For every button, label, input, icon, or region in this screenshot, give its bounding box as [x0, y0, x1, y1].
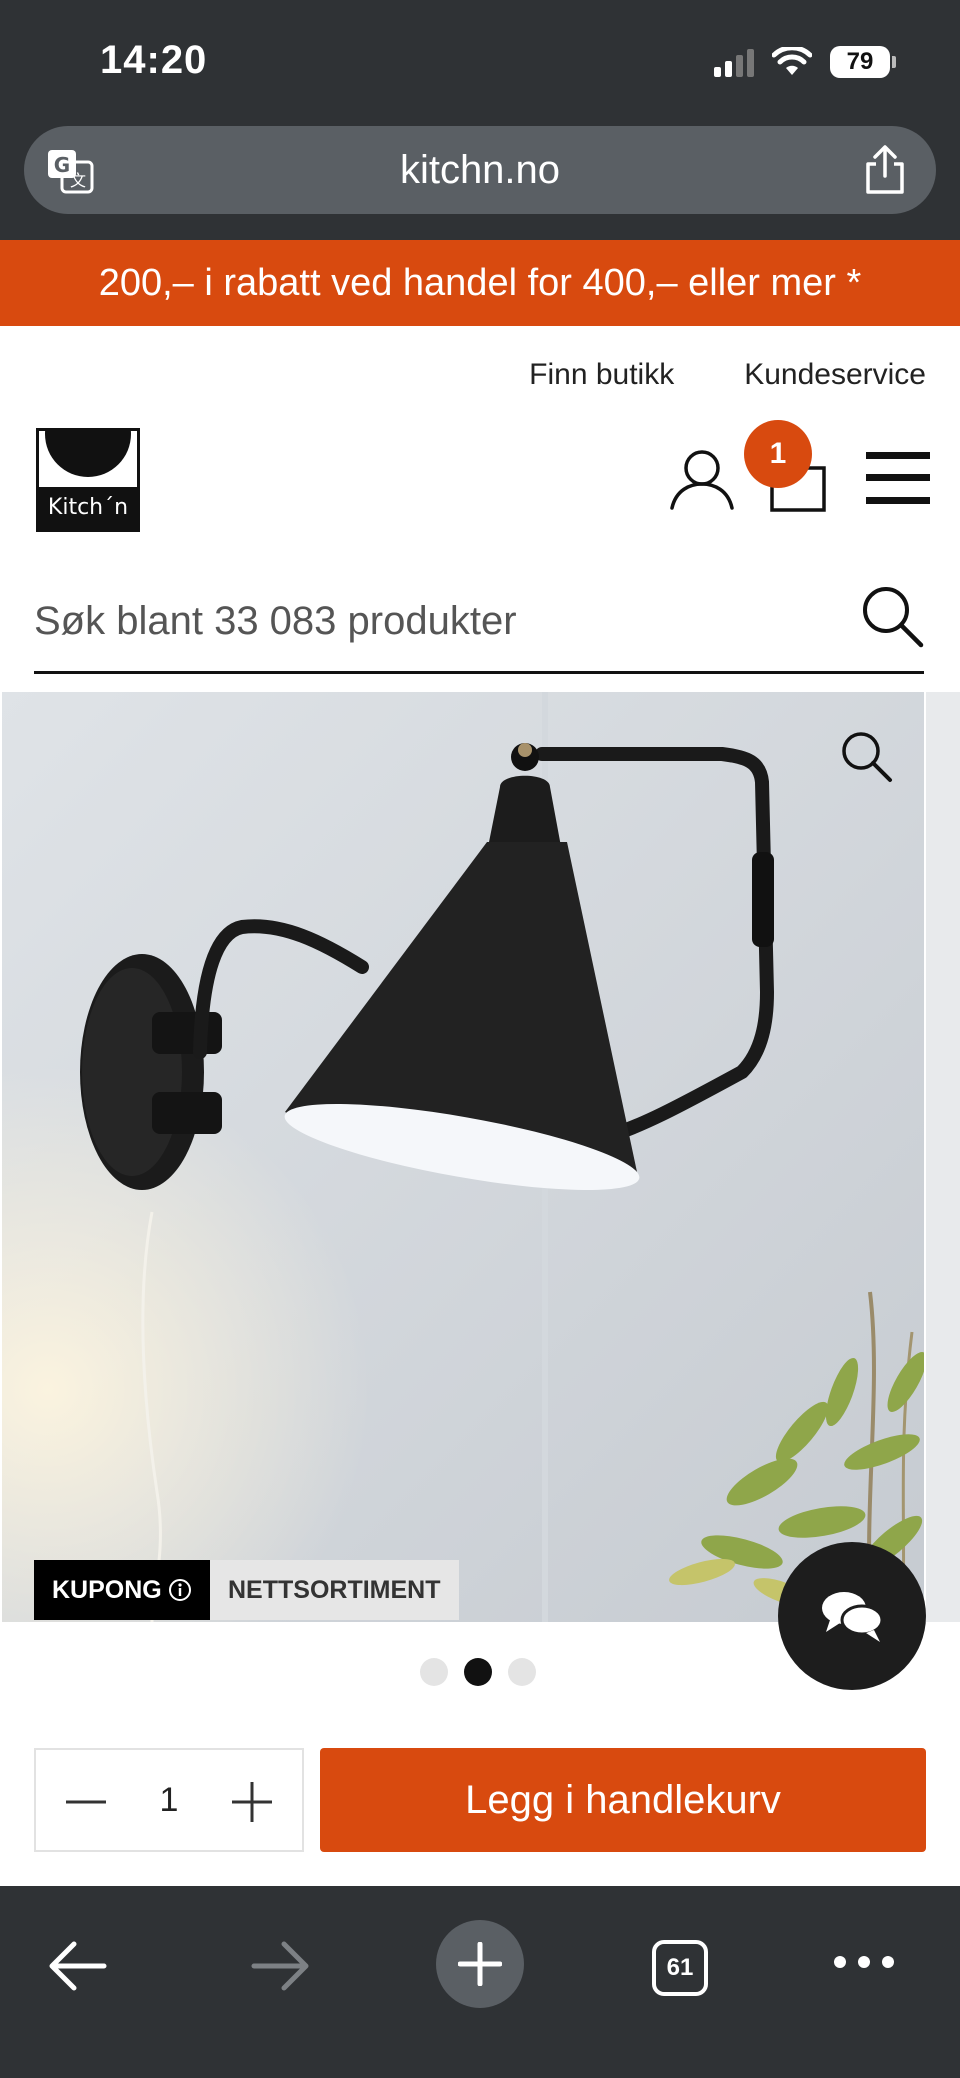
forward-arrow-icon[interactable]	[250, 1940, 310, 1992]
battery-icon: 79	[830, 46, 896, 78]
logo-text: Kitch´n	[39, 487, 137, 529]
status-icons: 79	[714, 44, 896, 80]
quantity-stepper: 1	[34, 1748, 304, 1852]
browser-top-chrome: 14:20 79 G 文 kitchn.no	[0, 0, 960, 240]
account-icon[interactable]	[668, 448, 736, 510]
cellular-signal-icon	[714, 47, 754, 77]
utility-links: Finn butikk Kundeservice	[529, 358, 926, 392]
add-to-cart-button[interactable]: Legg i handlekurv	[320, 1748, 926, 1852]
search-input[interactable]	[34, 586, 834, 656]
gallery-pagination	[420, 1658, 536, 1686]
more-options-icon[interactable]	[834, 1950, 894, 1974]
next-image-peek[interactable]	[926, 692, 960, 1622]
wifi-icon	[772, 47, 812, 75]
gallery-dot[interactable]	[420, 1658, 448, 1686]
coupon-label: KUPONG	[52, 1576, 162, 1604]
browser-bottom-toolbar: 61	[0, 1886, 960, 2078]
promo-banner[interactable]: 200,– i rabatt ved handel for 400,– elle…	[0, 240, 960, 326]
plus-icon[interactable]	[222, 1772, 282, 1832]
customer-service-link[interactable]: Kundeservice	[744, 358, 926, 392]
gallery-dot[interactable]	[508, 1658, 536, 1686]
address-bar[interactable]: G 文 kitchn.no	[24, 126, 936, 214]
info-icon[interactable]	[168, 1578, 192, 1602]
plus-icon	[458, 1942, 502, 1986]
gallery-dot-active[interactable]	[464, 1658, 492, 1686]
tab-count-button[interactable]: 61	[652, 1940, 708, 1996]
search-bar	[34, 572, 924, 674]
find-store-link[interactable]: Finn butikk	[529, 358, 674, 392]
minus-icon[interactable]	[56, 1772, 116, 1832]
back-arrow-icon[interactable]	[48, 1940, 108, 1992]
coupon-badge[interactable]: KUPONG	[34, 1560, 210, 1620]
hamburger-menu-icon[interactable]	[866, 450, 930, 506]
battery-level: 79	[830, 46, 890, 78]
chat-button[interactable]	[778, 1542, 926, 1690]
search-icon[interactable]	[860, 584, 924, 648]
status-time: 14:20	[100, 38, 208, 82]
product-image-gallery[interactable]	[0, 692, 960, 1622]
chat-bubbles-icon	[822, 1592, 884, 1642]
web-assortment-badge: NETTSORTIMENT	[210, 1560, 459, 1620]
share-icon[interactable]	[862, 144, 908, 196]
url-text: kitchn.no	[399, 148, 561, 192]
new-tab-button[interactable]	[436, 1920, 524, 2008]
product-image-wall-lamp[interactable]	[2, 692, 924, 1622]
site-logo[interactable]: Kitch´n	[36, 428, 140, 532]
cart-count-badge[interactable]: 1	[744, 420, 812, 488]
quantity-value[interactable]: 1	[116, 1750, 222, 1850]
zoom-icon[interactable]	[838, 728, 894, 784]
